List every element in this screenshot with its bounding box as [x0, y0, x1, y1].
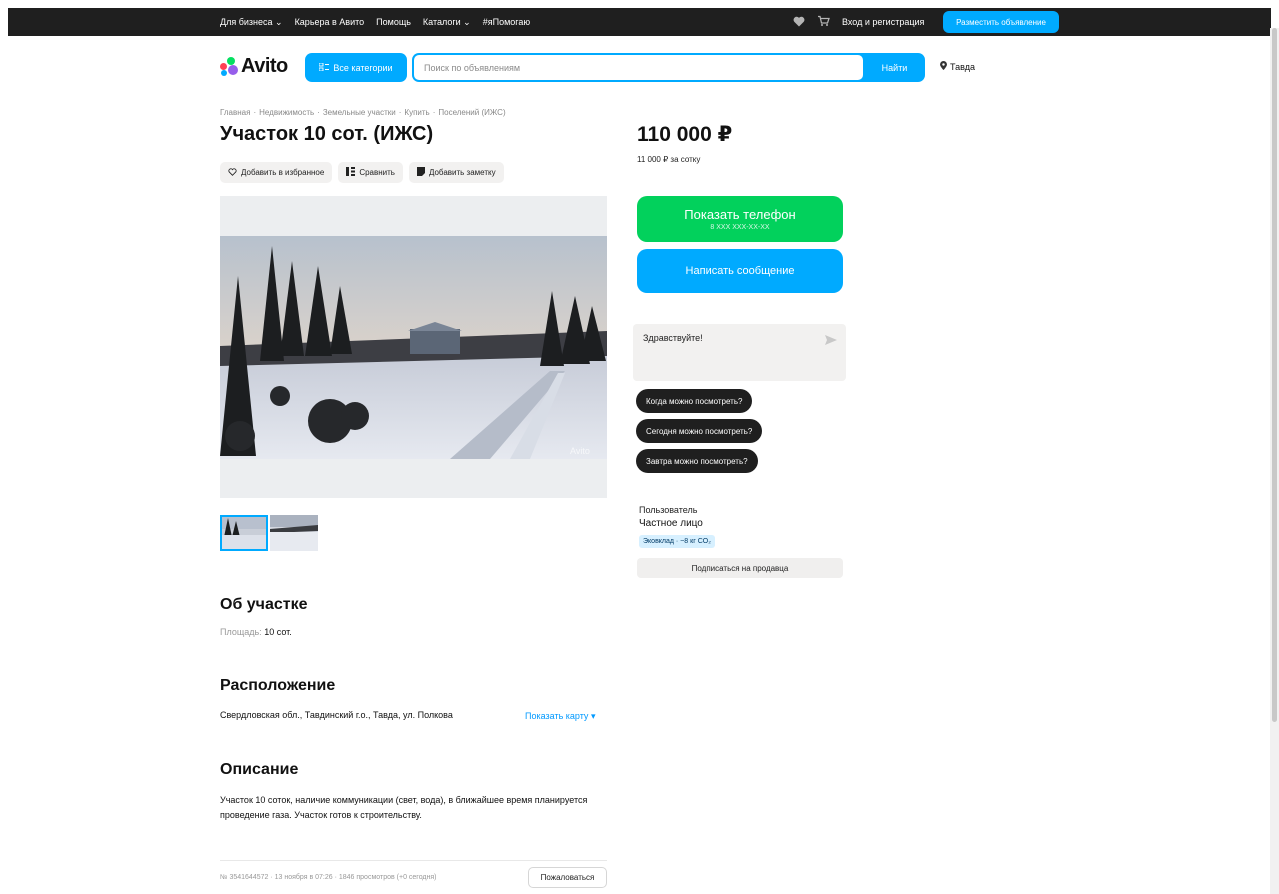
logo-dots-icon [220, 56, 238, 77]
eco-badge: Эковклад · ~8 кг CO₂ [639, 535, 715, 548]
add-note-label: Добавить заметку [428, 168, 496, 177]
listing-actions: Добавить в избранное Сравнить Добавить з… [220, 162, 504, 183]
phone-mask: 8 XXX XXX-XX-XX [710, 224, 770, 231]
divider [220, 860, 607, 861]
compare-label: Сравнить [359, 168, 395, 177]
search-bar: Найти [412, 53, 925, 82]
all-categories-label: Все категории [333, 62, 393, 73]
search-button[interactable]: Найти [864, 53, 925, 82]
heart-icon[interactable] [793, 16, 805, 29]
description-heading: Описание [220, 761, 299, 778]
quick-question-tomorrow[interactable]: Завтра можно посмотреть? [636, 449, 758, 473]
area-key: Площадь: [220, 627, 262, 637]
categories-icon [318, 62, 330, 73]
nav-catalogs[interactable]: Каталоги ⌄ [423, 17, 471, 28]
area-value: 10 сот. [264, 627, 292, 637]
breadcrumb-item[interactable]: Земельные участки [323, 108, 396, 117]
photo-watermark: Avito [570, 446, 590, 456]
seller-role[interactable]: Пользователь [639, 505, 697, 515]
top-bar: Для бизнеса ⌄ Карьера в Авито Помощь Кат… [8, 8, 1271, 36]
breadcrumb-item[interactable]: Купить [404, 108, 429, 117]
location-pin-icon [940, 61, 947, 72]
add-favorite-button[interactable]: Добавить в избранное [220, 162, 333, 183]
complain-button[interactable]: Пожаловаться [528, 867, 607, 888]
location-label: Тавда [950, 61, 976, 72]
nav-business[interactable]: Для бизнеса ⌄ [220, 17, 283, 28]
listing-meta: № 3541644572 · 13 ноября в 07:26 · 1846 … [220, 874, 437, 881]
nav-help[interactable]: Помощь [376, 17, 411, 27]
price: 110 000 ₽ [637, 123, 733, 146]
post-ad-button[interactable]: Разместить объявление [943, 11, 1059, 33]
avito-logo[interactable]: Avito [220, 55, 288, 78]
scrollbar-thumb[interactable] [1272, 28, 1277, 722]
show-phone-button[interactable]: Показать телефон 8 XXX XXX-XX-XX [637, 196, 843, 242]
add-favorite-label: Добавить в избранное [241, 168, 325, 177]
send-icon[interactable] [825, 333, 837, 345]
cart-icon[interactable] [817, 15, 830, 29]
quick-question-today[interactable]: Сегодня можно посмотреть? [636, 419, 763, 443]
message-input[interactable]: Здравствуйте! [633, 324, 846, 381]
write-message-button[interactable]: Написать сообщение [637, 249, 843, 293]
nav-ihelp[interactable]: #яПомогаю [483, 17, 530, 27]
message-draft: Здравствуйте! [643, 333, 703, 343]
top-nav: Для бизнеса ⌄ Карьера в Авито Помощь Кат… [220, 8, 530, 36]
note-icon [416, 167, 425, 178]
nav-career[interactable]: Карьера в Авито [295, 17, 365, 27]
seller-type: Частное лицо [639, 518, 703, 529]
location-selector[interactable]: Тавда [940, 61, 975, 72]
thumbnail-2[interactable] [270, 515, 318, 551]
all-categories-button[interactable]: Все категории [305, 53, 407, 82]
main-photo: Avito [220, 236, 607, 459]
breadcrumb: Главная · Недвижимость · Земельные участки… [220, 108, 506, 117]
compare-button[interactable]: Сравнить [338, 162, 403, 183]
compare-icon [346, 167, 356, 178]
breadcrumb-item[interactable]: Главная [220, 108, 250, 117]
add-note-button[interactable]: Добавить заметку [408, 162, 504, 183]
page-scrollbar[interactable] [1270, 28, 1279, 894]
search-input[interactable] [414, 55, 863, 80]
top-right: Вход и регистрация [793, 8, 924, 36]
address-text: Свердловская обл., Тавдинский г.о., Тавд… [220, 710, 453, 720]
show-phone-label: Показать телефон [684, 207, 796, 222]
location-heading: Расположение [220, 677, 336, 694]
breadcrumb-item[interactable]: Недвижимость [259, 108, 314, 117]
show-map-link[interactable]: Показать карту ▾ [525, 711, 595, 722]
quick-question-when[interactable]: Когда можно посмотреть? [636, 389, 753, 413]
about-heading: Об участке [220, 596, 308, 613]
thumbnail-1[interactable] [220, 515, 268, 551]
subscribe-seller-button[interactable]: Подписаться на продавца [637, 558, 843, 578]
photo-gallery[interactable]: Avito [220, 196, 607, 498]
heart-outline-icon [228, 167, 237, 178]
photo-thumbnails [220, 515, 318, 551]
breadcrumb-item[interactable]: Поселений (ИЖС) [438, 108, 505, 117]
logo-text: Avito [241, 55, 288, 77]
area-param: Площадь: 10 сот. [220, 627, 292, 637]
login-link[interactable]: Вход и регистрация [842, 17, 924, 27]
description-text: Участок 10 соток, наличие коммуникации (… [220, 795, 588, 820]
price-per-unit: 11 000 ₽ за сотку [637, 155, 701, 164]
page-title: Участок 10 сот. (ИЖС) [220, 123, 434, 145]
